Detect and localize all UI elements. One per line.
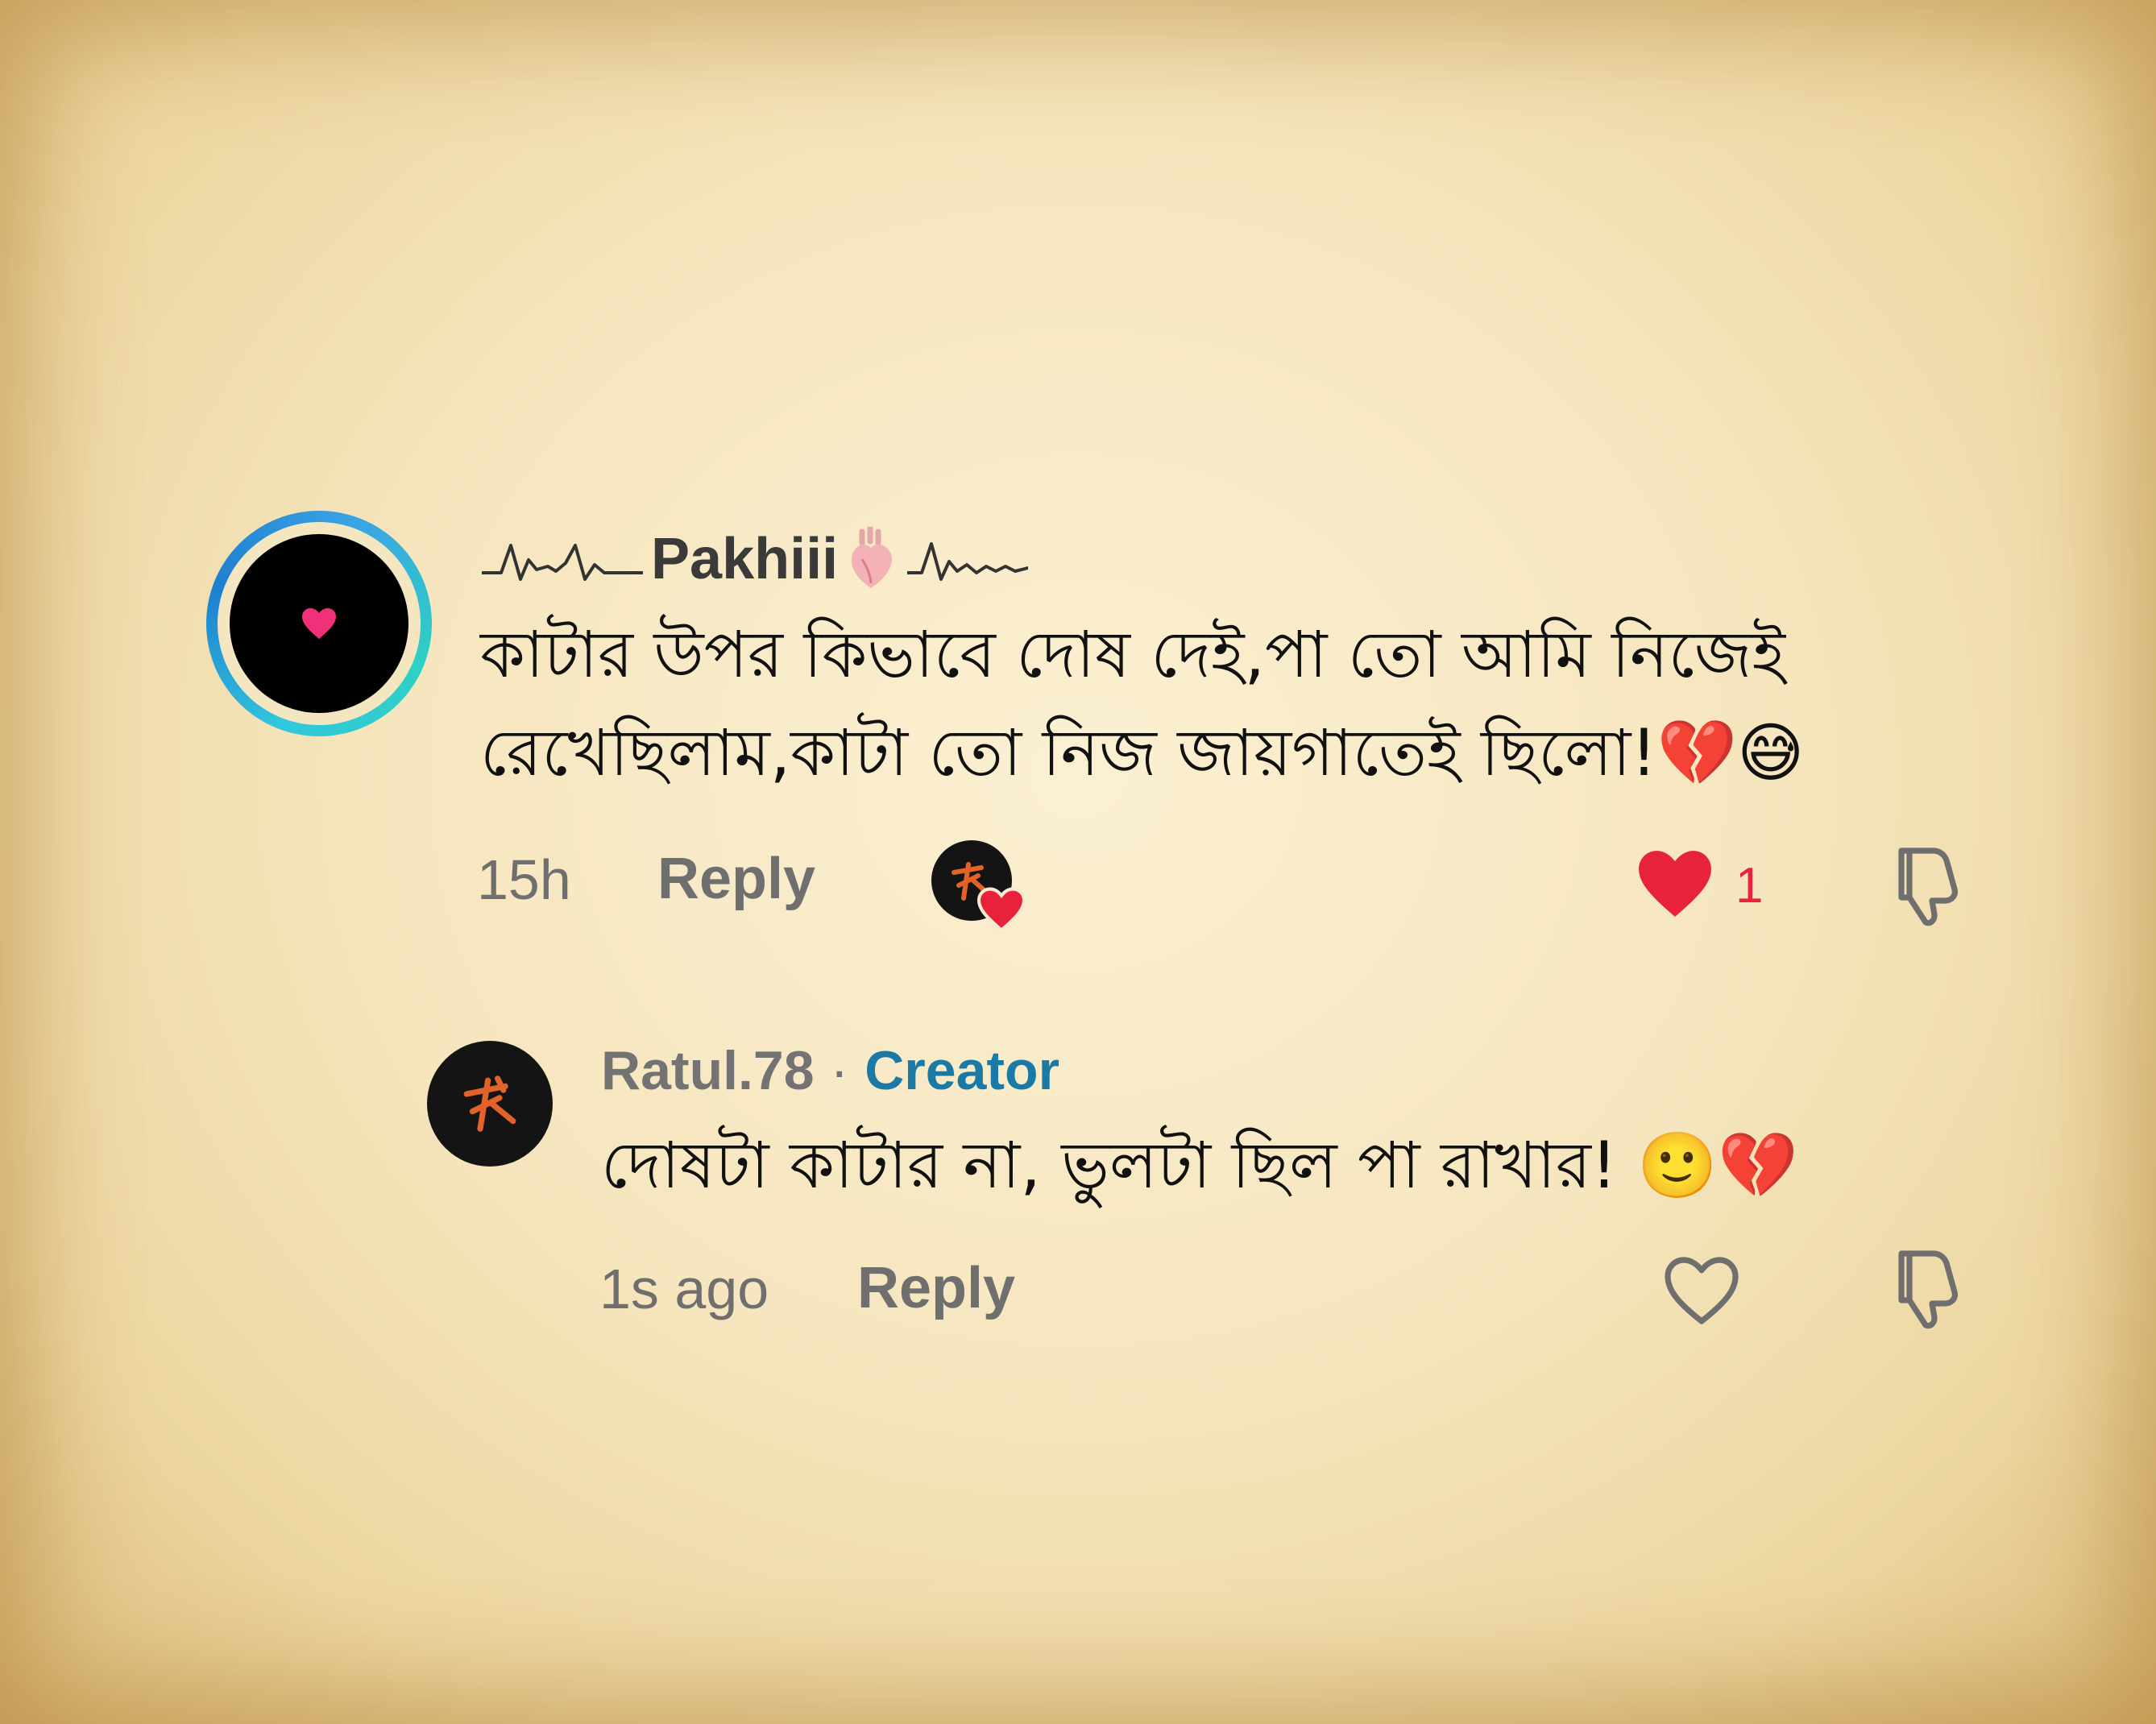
anatomical-heart-icon	[851, 527, 893, 588]
reply-username[interactable]: Ratul.78	[601, 1039, 815, 1102]
pink-heart-icon	[302, 607, 336, 640]
name-separator: ·	[830, 1040, 849, 1101]
reply-reply-button[interactable]: Reply	[857, 1255, 1015, 1321]
commenter-avatar[interactable]	[206, 511, 432, 736]
heartbeat-line-icon	[907, 542, 1029, 581]
reply-text: দোষটা কাটার না, ভুলটা ছিল পা রাখার! 🙂💔	[601, 1128, 1798, 1203]
thumbs-down-icon	[1898, 1250, 1958, 1329]
heart-icon	[1639, 851, 1711, 917]
paper-vignette	[0, 0, 2156, 1724]
comment-like-button[interactable]	[1636, 847, 1714, 923]
creator-logo-icon	[463, 1075, 516, 1132]
heartbeat-line-icon	[482, 544, 643, 581]
comment-dislike-button[interactable]	[1892, 844, 1969, 931]
reply-like-button[interactable]	[1663, 1255, 1740, 1329]
creator-liked-indicator	[931, 840, 1026, 932]
commenter-username[interactable]: Pakhiii	[651, 526, 838, 592]
comment-text-line-2: রেখেছিলাম,কাটা তো নিজ জায়গাতেই ছিলো!💔😅	[480, 715, 1805, 790]
commenter-name-row: Pakhiii	[482, 522, 1029, 596]
comment-timestamp: 15h	[477, 848, 571, 911]
avatar-image	[230, 534, 408, 713]
avatar-story-ring-gap	[218, 522, 421, 725]
reply-dislike-button[interactable]	[1892, 1247, 1969, 1334]
comment-text-line-1: কাটার উপর কিভাবে দোষ দেই,পা তো আমি নিজেই	[480, 617, 1786, 692]
comment-text: কাটার উপর কিভাবে দোষ দেই,পা তো আমি নিজেই…	[480, 606, 2011, 802]
reply-name-row: Ratul.78 · Creator	[601, 1034, 1059, 1107]
creator-badge: Creator	[864, 1040, 1060, 1101]
liked-heart-icon	[976, 887, 1026, 932]
comment-reply-button[interactable]: Reply	[657, 846, 815, 912]
comment-like-count: 1	[1735, 858, 1764, 914]
heart-icon	[1665, 1257, 1739, 1324]
creator-avatar[interactable]	[427, 1041, 553, 1167]
thumbs-down-icon	[1898, 847, 1958, 926]
reply-timestamp: 1s ago	[599, 1258, 769, 1320]
